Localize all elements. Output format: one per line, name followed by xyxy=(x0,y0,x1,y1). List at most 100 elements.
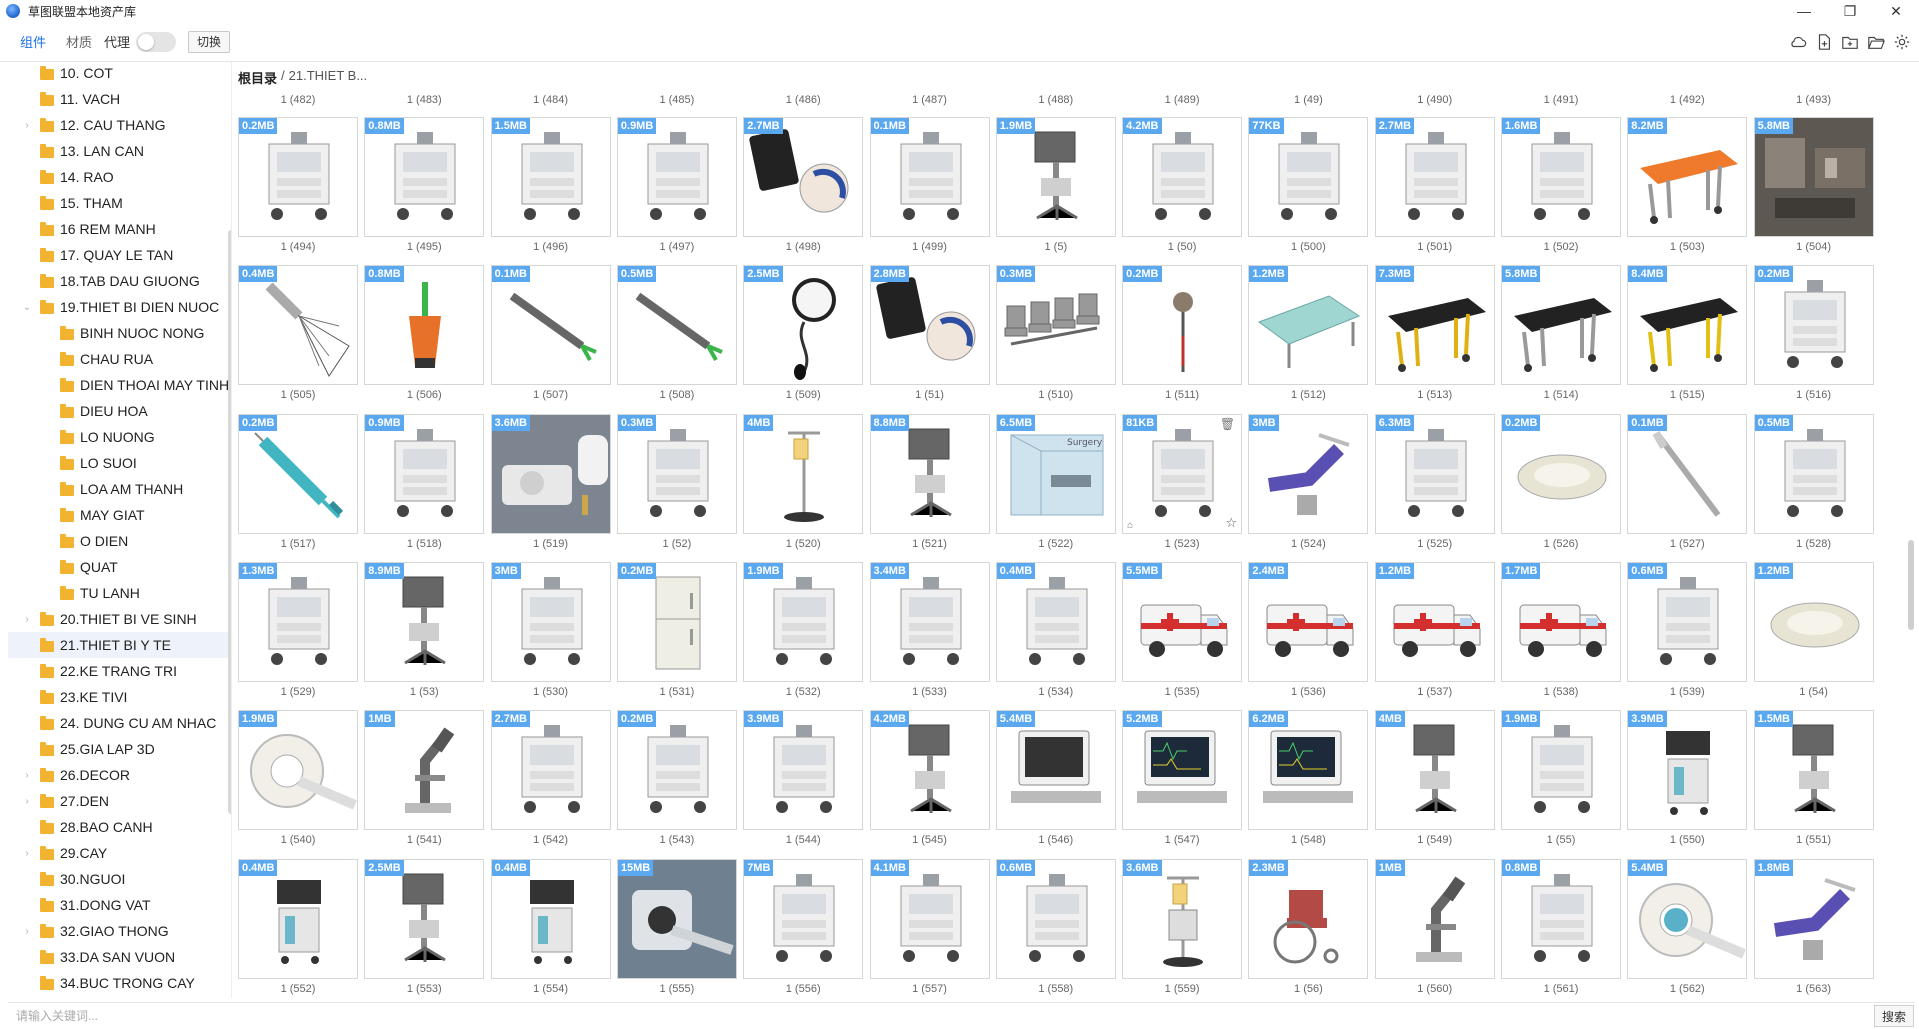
asset-tile[interactable]: 8.8MB xyxy=(869,413,990,534)
asset-tile[interactable]: 2.8MB xyxy=(869,265,990,386)
sidebar-item[interactable]: › 12. CAU THANG xyxy=(8,112,228,138)
search-button[interactable]: 搜索 xyxy=(1874,1005,1914,1027)
asset-tile[interactable]: 0.9MB xyxy=(616,117,737,237)
asset-tile[interactable]: 1.7MB xyxy=(1501,561,1621,682)
asset-tile[interactable]: 6.2MB xyxy=(1248,710,1369,831)
sidebar-item[interactable]: 34.BUC TRONG CAY xyxy=(8,970,228,996)
sidebar-item[interactable]: QUAT xyxy=(8,554,228,580)
asset-tile[interactable]: 0.1MB xyxy=(490,265,611,386)
folder-open-icon[interactable] xyxy=(1865,31,1887,53)
asset-tile[interactable]: 1.2MB xyxy=(1753,561,1874,682)
sidebar-item[interactable]: 23.KE TIVI xyxy=(8,684,228,710)
asset-tile[interactable]: 1.5MB xyxy=(1753,710,1874,831)
asset-tile[interactable]: 1MB xyxy=(1374,858,1495,979)
asset-tile[interactable]: 4.2MB xyxy=(1122,117,1243,237)
sidebar-item[interactable]: DIEU HOA xyxy=(8,398,228,424)
asset-tile[interactable]: 0.8MB xyxy=(364,117,485,237)
chevron-right-icon[interactable]: › xyxy=(22,926,32,937)
asset-tile[interactable]: 2.3MB xyxy=(1248,858,1369,979)
asset-tile[interactable]: 0.6MB xyxy=(995,858,1116,979)
sidebar-item[interactable]: › 26.DECOR xyxy=(8,762,228,788)
asset-tile[interactable]: 5.8MB xyxy=(1501,265,1621,386)
chevron-right-icon[interactable]: › xyxy=(22,770,32,781)
asset-tile[interactable]: 1MB xyxy=(364,710,485,831)
asset-tile[interactable]: 15MB xyxy=(616,858,737,979)
asset-tile[interactable]: 0.2MB xyxy=(1753,265,1874,386)
asset-tile[interactable]: 1.9MB xyxy=(743,561,864,682)
sidebar-item[interactable]: 17. QUAY LE TAN xyxy=(8,242,228,268)
chevron-right-icon[interactable]: › xyxy=(22,796,32,807)
asset-tile[interactable]: 4.2MB xyxy=(869,710,990,831)
sidebar-item[interactable]: 24. DUNG CU AM NHAC xyxy=(8,710,228,736)
asset-tile[interactable]: 1.6MB xyxy=(1501,117,1621,237)
asset-tile[interactable]: 3.6MB xyxy=(490,413,611,534)
asset-tile[interactable]: 0.4MB xyxy=(490,858,611,979)
asset-tile[interactable]: 7.3MB xyxy=(1374,265,1495,386)
tab-materials[interactable]: 材质 xyxy=(56,28,102,56)
sidebar-item[interactable]: 28.BAO CANH xyxy=(8,814,228,840)
sidebar-item[interactable]: O DIEN xyxy=(8,528,228,554)
asset-tile[interactable]: 3.6MB xyxy=(1122,858,1243,979)
asset-tile[interactable]: 0.1MB xyxy=(1627,413,1748,534)
sidebar-item[interactable]: 10. COT xyxy=(8,62,228,86)
sidebar-item[interactable]: 11. VACH xyxy=(8,86,228,112)
sidebar-item[interactable]: › 27.DEN xyxy=(8,788,228,814)
asset-tile[interactable]: 5.4MB xyxy=(995,710,1116,831)
switch-button[interactable]: 切换 xyxy=(188,30,231,53)
breadcrumb-root[interactable]: 根目录 xyxy=(238,68,277,87)
asset-tile[interactable]: 0.3MB xyxy=(995,265,1116,386)
chevron-down-icon[interactable]: ⌄ xyxy=(22,302,32,313)
sidebar-item[interactable]: › 20.THIET BI VE SINH xyxy=(8,606,228,632)
asset-tile[interactable]: 1.8MB xyxy=(1753,858,1874,979)
sidebar-item[interactable]: LOA AM THANH xyxy=(8,476,228,502)
star-icon[interactable]: ☆ xyxy=(1225,515,1237,531)
asset-tile[interactable]: 0.4MB xyxy=(238,265,358,386)
sidebar-scrollbar[interactable] xyxy=(228,230,231,814)
sidebar-item[interactable]: LO NUONG xyxy=(8,424,228,450)
gear-icon[interactable] xyxy=(1891,31,1913,53)
asset-tile[interactable]: 1.5MB xyxy=(490,117,611,237)
asset-tile[interactable]: 3MB xyxy=(1248,413,1369,534)
asset-tile[interactable]: 7MB xyxy=(743,858,864,979)
chevron-right-icon[interactable]: › xyxy=(22,848,32,859)
proxy-toggle[interactable] xyxy=(136,31,177,52)
asset-tile[interactable]: 2.5MB xyxy=(743,265,864,386)
asset-tile[interactable]: 81KB 🗑 ☆ ⌂ xyxy=(1122,413,1243,534)
sidebar-item[interactable]: BINH NUOC NONG xyxy=(8,320,228,346)
asset-tile[interactable]: 0.6MB xyxy=(1627,561,1748,682)
asset-tile[interactable]: 2.7MB xyxy=(743,117,864,237)
asset-tile[interactable]: 1.3MB xyxy=(238,561,358,682)
sidebar-item[interactable]: 31.DONG VAT xyxy=(8,892,228,918)
sidebar-item[interactable]: TU LANH xyxy=(8,580,228,606)
asset-tile[interactable]: 8.9MB xyxy=(364,561,485,682)
folder-add-icon[interactable] xyxy=(1839,31,1861,53)
asset-tile[interactable]: 3.9MB xyxy=(1627,710,1748,831)
sidebar-item[interactable]: 30.NGUOI xyxy=(8,866,228,892)
asset-tile[interactable]: 0.8MB xyxy=(1501,858,1621,979)
asset-tile[interactable]: 0.2MB xyxy=(616,710,737,831)
trash-icon[interactable]: 🗑 xyxy=(1220,417,1235,431)
asset-tile[interactable]: 0.5MB xyxy=(616,265,737,386)
sidebar-item[interactable]: CHAU RUA xyxy=(8,346,228,372)
asset-tile[interactable]: 0.2MB xyxy=(238,117,358,237)
sidebar-item[interactable]: 15. THAM xyxy=(8,190,228,216)
asset-tile[interactable]: 0.2MB xyxy=(616,561,737,682)
asset-tile[interactable]: Surgery 6.5MB xyxy=(995,413,1116,534)
close-button[interactable]: ✕ xyxy=(1873,0,1919,22)
asset-tile[interactable]: 4.1MB xyxy=(869,858,990,979)
asset-tile[interactable]: 4MB xyxy=(1374,710,1495,831)
asset-tile[interactable]: 6.3MB xyxy=(1374,413,1495,534)
sidebar-item[interactable]: MAY GIAT xyxy=(8,502,228,528)
asset-tile[interactable]: 5.2MB xyxy=(1122,710,1243,831)
asset-tile[interactable]: 2.5MB xyxy=(364,858,485,979)
asset-tile[interactable]: 1.9MB xyxy=(995,117,1116,237)
asset-tile[interactable]: 3MB xyxy=(490,561,611,682)
asset-tile[interactable]: 3.4MB xyxy=(869,561,990,682)
asset-tile[interactable]: 1.2MB xyxy=(1374,561,1495,682)
asset-tile[interactable]: 5.4MB xyxy=(1627,858,1748,979)
sidebar-item[interactable]: LO SUOI xyxy=(8,450,228,476)
asset-tile[interactable]: 2.7MB xyxy=(490,710,611,831)
sidebar-item[interactable]: 22.KE TRANG TRI xyxy=(8,658,228,684)
asset-tile[interactable]: 5.5MB xyxy=(1122,561,1243,682)
sidebar-item[interactable]: 16 REM MANH xyxy=(8,216,228,242)
